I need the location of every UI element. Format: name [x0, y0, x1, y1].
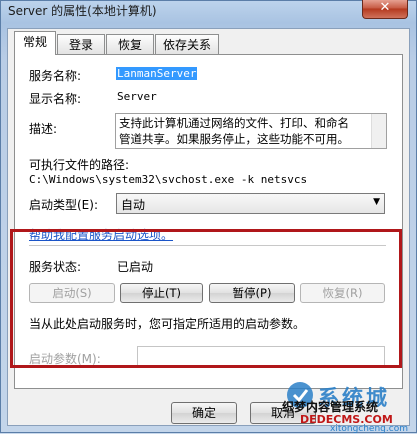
description-box[interactable]: 支持此计算机通过网络的文件、打印、和命名管道共享。如果服务停止，这些功能不可用。 — [115, 113, 387, 149]
annotation-highlight-box — [10, 229, 402, 368]
description-scrollbar[interactable] — [371, 114, 386, 148]
display-name-label: 显示名称: — [29, 92, 82, 106]
executable-path-label: 可执行文件的路径: — [29, 158, 130, 172]
service-name-value[interactable]: LanmanServer — [116, 67, 198, 80]
tab-dependencies[interactable]: 依存关系 — [155, 34, 219, 54]
startup-type-value: 自动 — [121, 198, 146, 212]
chevron-down-icon: ▼ — [373, 197, 380, 207]
service-name-label: 服务名称: — [29, 69, 82, 83]
executable-path-value: C:\Windows\system32\svchost.exe -k netsv… — [29, 173, 308, 186]
window-title: Server 的属性(本地计算机) — [8, 4, 157, 18]
tab-logon[interactable]: 登录 — [57, 34, 105, 54]
description-text: 支持此计算机通过网络的文件、打印、和命名管道共享。如果服务停止，这些功能不可用。 — [119, 116, 349, 146]
startup-type-label: 启动类型(E): — [29, 198, 98, 212]
tab-general[interactable]: 常规 — [14, 31, 56, 55]
display-name-value[interactable]: Server — [117, 90, 157, 103]
close-button[interactable]: ✕ — [362, 0, 408, 19]
ok-button[interactable]: 确定 — [171, 402, 237, 424]
tab-recovery[interactable]: 恢复 — [106, 34, 154, 54]
startup-type-select[interactable]: 自动 ▼ — [116, 193, 385, 214]
description-label: 描述: — [29, 122, 58, 136]
